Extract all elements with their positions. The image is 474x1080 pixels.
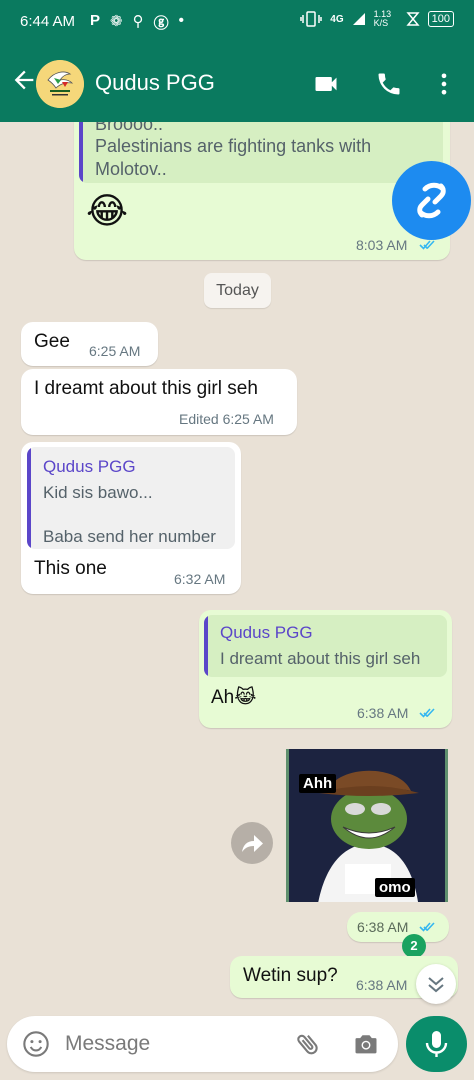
date-separator: Today [204,273,271,308]
message-composer[interactable]: Message [7,1016,398,1072]
message-bubble-incoming[interactable]: Gee 6:25 AM [21,322,158,366]
message-time: 6:38 AM [357,919,409,935]
quoted-message[interactable]: Broooo.. Palestinians are fighting tanks… [79,122,443,183]
sticker-time-chip: 6:38 AM [347,912,449,942]
at-notification-icon: ⓖ [153,15,169,32]
status-right: 4G 1.13 K/S 100 [300,10,454,28]
camera-icon[interactable] [352,1030,380,1058]
message-time: Edited 6:25 AM [179,411,274,427]
signal-icon [352,13,365,25]
message-bubble-incoming[interactable]: Qudus PGG Kid sis bawo... Baba send her … [21,442,241,594]
quoted-message[interactable]: Qudus PGG Kid sis bawo... Baba send her … [27,447,235,549]
avatar[interactable] [36,60,84,108]
quoted-message[interactable]: Qudus PGG I dreamt about this girl seh [204,615,447,677]
more-options-icon[interactable] [430,70,458,98]
dot-notification-icon: • [178,12,184,29]
microphone-icon [425,1031,448,1057]
quoted-line: Molotov.. [95,159,167,179]
read-ticks-icon [419,922,435,932]
quote-bar [79,122,83,183]
message-time: 6:38 AM [356,977,408,993]
emoji-icon[interactable] [22,1030,50,1058]
message-text: Wetin sup? [243,965,338,986]
contact-name[interactable]: Qudus PGG [95,70,215,96]
message-time: 6:25 AM [89,343,141,359]
voice-call-icon[interactable] [375,70,403,98]
avatar-dove-icon [36,60,84,108]
message-text: Ah😹 [211,687,257,708]
hourglass-icon [406,12,420,26]
read-ticks-icon [419,708,435,718]
message-time: 6:32 AM [174,571,226,587]
sticker-caption-top: Ahh [299,774,337,793]
quoted-line: Palestinians are fighting tanks with [95,136,372,156]
attachment-icon[interactable] [294,1030,322,1058]
status-notification-icons: P ❁ ⚲ ⓖ • [90,12,184,33]
quoted-line: Kid sis bawo... [43,483,153,502]
chat-header: Qudus PGG [0,44,474,122]
quote-bar [204,615,208,677]
quoted-sender: Qudus PGG [43,457,136,476]
scroll-to-bottom-button[interactable] [416,964,456,1004]
chat-area[interactable]: Broooo.. Palestinians are fighting tanks… [0,122,474,1012]
status-bar: 6:44 AM P ❁ ⚲ ⓖ • 4G 1.13 K/S 100 [0,0,474,44]
network-type: 4G [330,13,344,25]
sticker-caption-bottom: omo [375,878,415,897]
message-input[interactable]: Message [65,1032,150,1056]
key-notification-icon: ⚲ [132,13,144,30]
message-time: 6:38 AM [357,705,409,721]
quoted-line: Baba send her number [43,527,216,546]
message-text: This one [34,558,107,579]
unread-count-badge: 2 [402,934,426,958]
forward-button[interactable] [231,822,273,864]
quoted-line: Broooo.. [95,122,164,134]
read-ticks-icon [419,240,435,250]
emoji-message: 😂 [86,190,129,231]
status-time: 6:44 AM [20,13,76,30]
quote-bar [27,447,31,549]
sticker-image[interactable]: Ahh omo [286,749,448,909]
forward-arrow-icon [242,835,263,852]
flower-notification-icon: ❁ [110,13,123,30]
message-bubble-outgoing[interactable]: Qudus PGG I dreamt about this girl seh A… [199,610,452,728]
shazam-bubble-icon[interactable] [392,161,471,240]
p-notification-icon: P [90,12,101,29]
message-text: I dreamt about this girl seh [34,378,258,399]
quoted-sender: Qudus PGG [220,623,313,642]
vibrate-icon [300,11,323,27]
voice-message-button[interactable] [406,1016,467,1072]
back-arrow-icon[interactable] [10,66,38,94]
message-bubble-incoming[interactable]: I dreamt about this girl seh Edited 6:25… [21,369,297,435]
battery-indicator: 100 [427,11,454,27]
sticker-frog-cowboy-image [289,749,445,909]
message-text: Gee [34,331,70,352]
quoted-line: I dreamt about this girl seh [220,649,421,668]
double-chevron-down-icon [428,977,444,993]
video-call-icon[interactable] [312,70,340,98]
network-speed: 1.13 K/S [373,9,392,28]
